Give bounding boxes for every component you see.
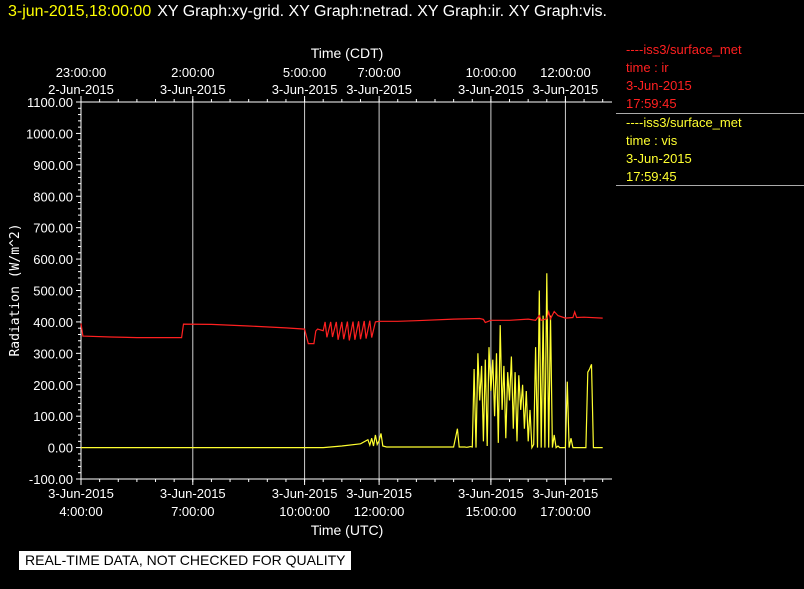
x2-tick-time-label: 7:00:00: [357, 65, 400, 80]
legend-series-date: 3-Jun-2015: [626, 151, 692, 166]
quality-warning-label: REAL-TIME DATA, NOT CHECKED FOR QUALITY: [19, 551, 352, 570]
x-tick-date-label: 3-Jun-2015: [48, 486, 114, 501]
x-tick-date-label: 3-Jun-2015: [346, 486, 412, 501]
legend-series-field: time : ir: [626, 60, 669, 75]
x2-tick-date-label: 3-Jun-2015: [458, 82, 524, 97]
x2-tick-time-label: 12:00:00: [540, 65, 591, 80]
graph-header: 3-jun-2015,18:00:00 XY Graph:xy-grid. XY …: [8, 3, 607, 21]
legend-series-time: 17:59:45: [626, 96, 677, 111]
x2-tick-date-label: 3-Jun-2015: [160, 82, 226, 97]
x-tick-date-label: 3-Jun-2015: [160, 486, 226, 501]
y-axis-title: Radiation (W/m^2): [8, 223, 23, 356]
x-tick-time-label: 7:00:00: [171, 504, 214, 519]
y-tick-label: 1000.00: [26, 126, 73, 141]
y-tick-label: 0.00: [48, 441, 73, 456]
x2-tick-date-label: 3-Jun-2015: [533, 82, 599, 97]
x-tick-date-label: 3-Jun-2015: [272, 486, 338, 501]
header-timestamp: 3-jun-2015,18:00:00: [8, 3, 152, 20]
x-tick-time-label: 17:00:00: [540, 504, 591, 519]
x-tick-date-label: 3-Jun-2015: [533, 486, 599, 501]
x-axis-ticks: 3-Jun-2015 4:00:00 3-Jun-2015 7:00:00 3-Jun-…: [48, 65, 604, 519]
x2-tick-time-label: 5:00:00: [283, 65, 326, 80]
y-tick-label: 500.00: [33, 284, 73, 299]
x2-tick-date-label: 3-Jun-2015: [346, 82, 412, 97]
x-axis-title: Time (UTC): [311, 522, 384, 538]
legend-series-field: time : vis: [626, 133, 678, 148]
x-tick-time-label: 10:00:00: [279, 504, 330, 519]
y-tick-label: 600.00: [33, 252, 73, 267]
y-tick-label: 300.00: [33, 346, 73, 361]
y-tick-label: 800.00: [33, 189, 73, 204]
header-graph-list: XY Graph:xy-grid. XY Graph:netrad. XY Gr…: [157, 3, 607, 20]
x2-tick-time-label: 23:00:00: [56, 65, 107, 80]
legend-series-name: ----iss3/surface_met: [626, 115, 742, 130]
legend-entry-ir[interactable]: ----iss3/surface_met time : ir 3-Jun-201…: [616, 41, 804, 114]
x2-tick-date-label: 2-Jun-2015: [48, 82, 114, 97]
y-tick-label: 700.00: [33, 221, 73, 236]
x2-tick-time-label: 10:00:00: [466, 65, 517, 80]
series-line-ir: [80, 309, 603, 345]
plot-frame: [80, 101, 612, 480]
data-series: [80, 273, 603, 450]
x-tick-time-label: 15:00:00: [466, 504, 517, 519]
grid-lines: [192, 102, 566, 479]
y-axis-ticks: 1100.00 1000.00 900.00 800.00 700.00 600.00 50…: [26, 95, 81, 487]
legend-series-name: ----iss3/surface_met: [626, 42, 742, 57]
x2-tick-time-label: 2:00:00: [171, 65, 214, 80]
legend-entry-vis[interactable]: ----iss3/surface_met time : vis 3-Jun-20…: [616, 114, 804, 186]
series-line-vis: [81, 273, 603, 450]
y-tick-label: 200.00: [33, 378, 73, 393]
legend-series-date: 3-Jun-2015: [626, 78, 692, 93]
y-tick-label: 900.00: [33, 158, 73, 173]
y-tick-label: 100.00: [33, 409, 73, 424]
y-tick-label: -100.00: [29, 472, 73, 487]
y-tick-label: 400.00: [33, 315, 73, 330]
legend-series-time: 17:59:45: [626, 169, 677, 184]
y-tick-label: 1100.00: [27, 95, 73, 110]
x2-axis-title: Time (CDT): [311, 45, 384, 61]
x-tick-time-label: 12:00:00: [354, 504, 405, 519]
x2-tick-date-label: 3-Jun-2015: [272, 82, 338, 97]
x-tick-date-label: 3-Jun-2015: [458, 486, 524, 501]
x-tick-time-label: 4:00:00: [59, 504, 102, 519]
